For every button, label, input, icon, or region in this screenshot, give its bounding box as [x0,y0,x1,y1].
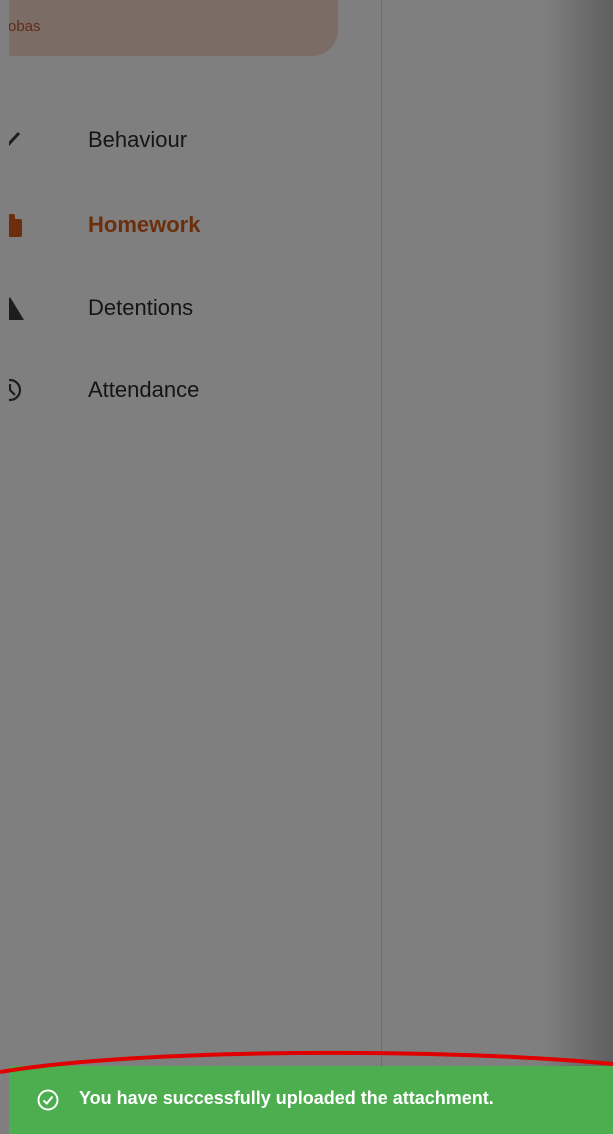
check-circle-icon [36,1088,60,1112]
app-window: obas Behaviour Homework [0,0,613,1134]
toast-message: You have successfully uploaded the attac… [79,1088,494,1108]
modal-overlay[interactable] [0,0,613,1134]
success-toast: You have successfully uploaded the attac… [9,1066,613,1134]
drawer-shadow [543,0,613,1066]
